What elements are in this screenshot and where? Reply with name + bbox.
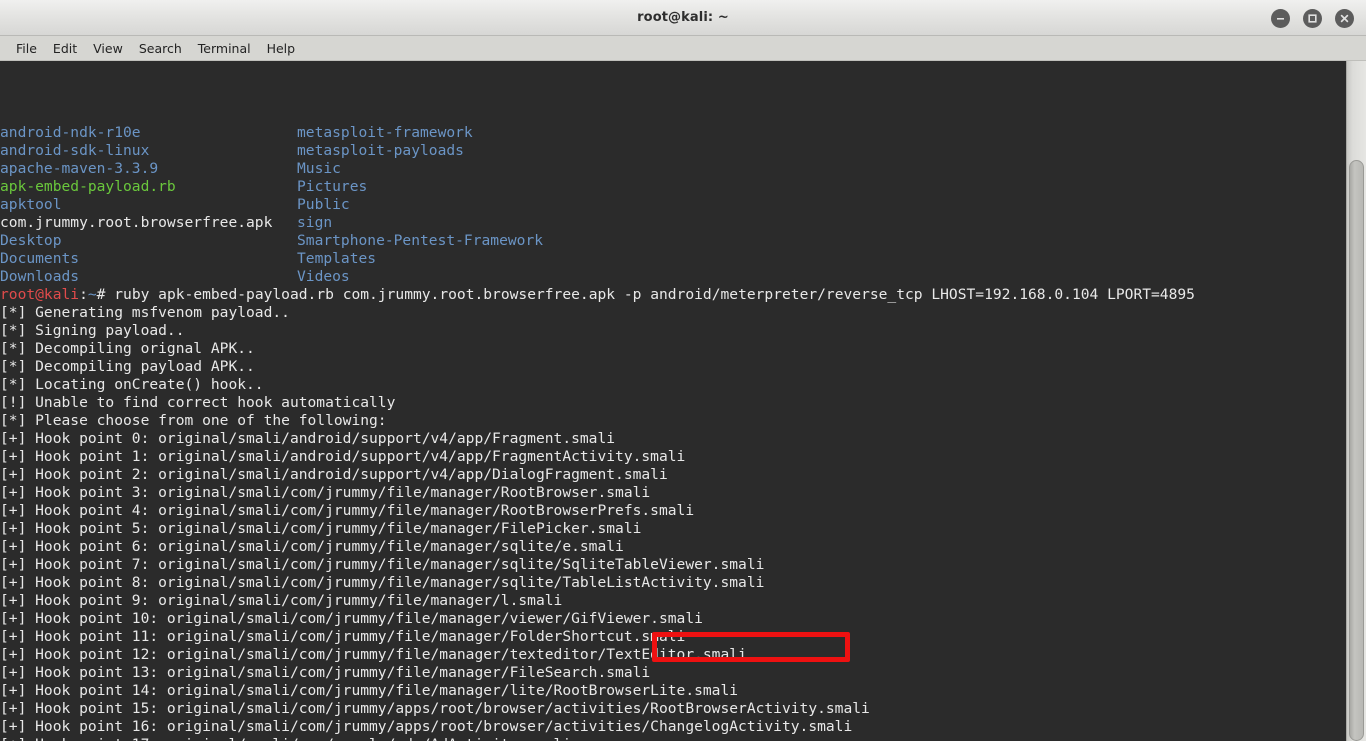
hook-point-line: [+] Hook point 11: original/smali/com/jr… [0,628,686,645]
listing-entry-right: Public [297,196,350,213]
maximize-button[interactable] [1303,8,1322,28]
listing-entry-right: Music [297,160,341,177]
menu-bar: File Edit View Search Terminal Help [0,36,1366,61]
hook-point-line: [+] Hook point 17: original/smali/com/go… [0,736,1346,741]
listing-entry-right: metasploit-framework [297,124,473,141]
hook-point-line: [+] Hook point 5: original/smali/com/jru… [0,520,642,537]
hook-point-line: [+] Hook point 1: original/smali/android… [0,448,686,465]
minimize-button[interactable] [1271,8,1290,28]
status-line: [*] Decompiling orignal APK.. [0,340,255,357]
terminal-screen[interactable]: android-ndk-r10e metasploit-framework andr… [0,61,1346,741]
listing-entry-left: android-sdk-linux [0,142,150,159]
title-bar: root@kali: ~ [0,0,1366,36]
hook-point-line: [+] Hook point 2: original/smali/android… [0,466,668,483]
listing-entry-left: Downloads [0,268,80,285]
window-controls [1271,0,1354,36]
listing-entry-right: Pictures [297,178,368,195]
hook-point-line: [+] Hook point 13: original/smali/com/jr… [0,664,651,681]
menu-item-search[interactable]: Search [131,38,190,59]
hook-point-line: [+] Hook point 4: original/smali/com/jru… [0,502,695,519]
hook-point-line: [+] Hook point 10: original/smali/com/jr… [0,610,703,627]
menu-item-help[interactable]: Help [259,38,304,59]
status-line: [!] Unable to find correct hook automati… [0,394,396,411]
listing-row: com.jrummy.root.browserfree.apk sign [0,214,1346,232]
listing-row: apktool Public [0,196,1346,214]
listing-row: android-sdk-linux metasploit-payloads [0,142,1346,160]
listing-row: Documents Templates [0,250,1346,268]
listing-row: Desktop Smartphone-Pentest-Framework [0,232,1346,250]
hook-point-line: [+] Hook point 16: original/smali/com/jr… [0,718,853,735]
menu-item-terminal[interactable]: Terminal [190,38,259,59]
listing-entry-left: Documents [0,250,80,267]
status-line: [*] Generating msfvenom payload.. [0,304,290,321]
hook-point-line: [+] Hook point 9: original/smali/com/jru… [0,592,563,609]
prompt-user-host: root@kali [0,286,80,303]
listing-row: Downloads Videos [0,268,1346,286]
listing-entry-right: Videos [297,268,350,285]
hook-point-line: [+] Hook point 14: original/smali/com/jr… [0,682,739,699]
listing-entry-right: sign [297,214,333,231]
prompt-command-line: root@kali:~# ruby apk-embed-payload.rb c… [0,286,1346,304]
status-line: [*] Signing payload.. [0,322,185,339]
menu-item-edit[interactable]: Edit [45,38,85,59]
menu-item-view[interactable]: View [85,38,131,59]
listing-entry-right: metasploit-payloads [297,142,464,159]
window-title: root@kali: ~ [637,10,729,25]
listing-entry-left: com.jrummy.root.browserfree.apk [0,214,273,231]
prompt-path: ~ [87,286,97,303]
listing-entry-left: apache-maven-3.3.9 [0,160,159,177]
hook-point-line: [+] Hook point 8: original/smali/com/jru… [0,574,765,591]
listing-row: apk-embed-payload.rb Pictures [0,178,1346,196]
hook-point-line: [+] Hook point 6: original/smali/com/jru… [0,538,624,555]
terminal-scrollbar[interactable] [1346,61,1366,741]
close-button[interactable] [1335,8,1354,28]
terminal-window: root@kali: ~ File Edit View Search Termi… [0,0,1366,741]
prompt-colon: : [79,286,88,303]
status-line: [*] Locating onCreate() hook.. [0,376,264,393]
prompt-command-text: ruby apk-embed-payload.rb com.jrummy.roo… [114,286,1195,303]
terminal-body: android-ndk-r10e metasploit-framework andr… [0,61,1366,741]
hook-point-line: [+] Hook point 7: original/smali/com/jru… [0,556,765,573]
listing-row: android-ndk-r10e metasploit-framework [0,124,1346,142]
listing-entry-left: apktool [0,196,62,213]
listing-entry-right: Smartphone-Pentest-Framework [297,232,544,249]
hook-point-line: [+] Hook point 0: original/smali/android… [0,430,616,447]
prompt-sigil: # [96,286,115,303]
scrollbar-thumb[interactable] [1349,160,1364,741]
menu-item-file[interactable]: File [8,38,45,59]
listing-entry-left: Desktop [0,232,62,249]
listing-entry-right: Templates [297,250,377,267]
hook-point-line: [+] Hook point 15: original/smali/com/jr… [0,700,870,717]
terminal-output: android-ndk-r10e metasploit-framework andr… [0,124,1346,741]
listing-entry-left: android-ndk-r10e [0,124,141,141]
status-line: [*] Please choose from one of the follow… [0,412,387,429]
hook-point-line: [+] Hook point 12: original/smali/com/jr… [0,646,747,663]
listing-entry-left: apk-embed-payload.rb [0,178,176,195]
status-line: [*] Decompiling payload APK.. [0,358,255,375]
listing-row: apache-maven-3.3.9 Music [0,160,1346,178]
hook-point-line: [+] Hook point 3: original/smali/com/jru… [0,484,651,501]
